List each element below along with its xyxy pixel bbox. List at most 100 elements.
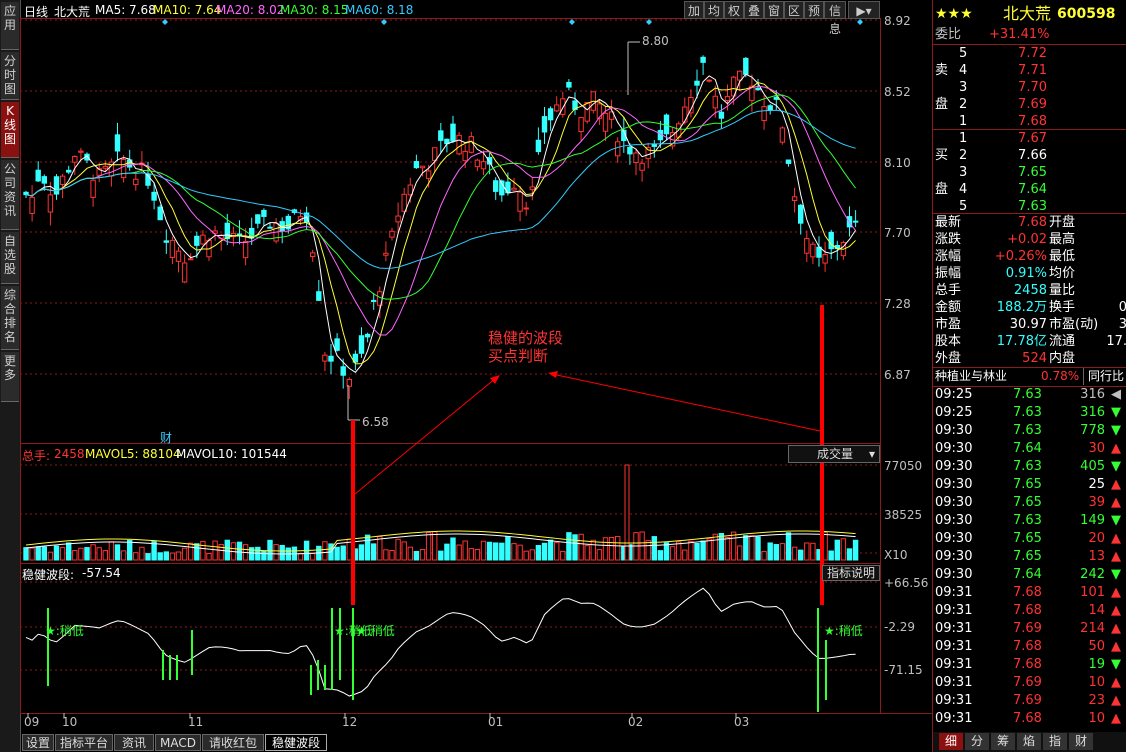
candle-body [468, 136, 475, 153]
stat-value: +0.02 [1007, 232, 1047, 247]
tick-time: 09:30 [935, 441, 973, 456]
industry-pct: 0.78% [1041, 369, 1080, 383]
ask-price: 7.69 [1018, 97, 1047, 112]
tick-time: 09:25 [935, 387, 973, 402]
indicator-select[interactable]: 成交量 ▾ [788, 445, 880, 463]
bottom-tab-macd[interactable]: MACD [155, 734, 201, 751]
down-arrow-icon: ▼ [1111, 567, 1121, 582]
bottom-tab-wave[interactable]: 稳健波段 [265, 734, 327, 751]
tick-price: 7.65 [1013, 531, 1042, 546]
panel-tab-index[interactable]: 指 [1043, 733, 1067, 750]
up-arrow-icon: ▲ [1111, 477, 1121, 492]
toolbar-forecast-button[interactable]: 预 [804, 1, 824, 19]
signal-label: ★:稍低 [356, 624, 395, 638]
volume-title: 总手: [22, 449, 51, 463]
candle-body [755, 87, 761, 91]
bottom-tab-red-packet[interactable]: 请收红包 [202, 734, 264, 751]
tab-company-info[interactable]: 公司资讯 [1, 160, 19, 230]
candle-body [72, 155, 78, 163]
candle-body [114, 134, 121, 152]
candle-body [188, 258, 194, 261]
toolbar-window-button[interactable]: 窗 [764, 1, 784, 19]
volume-bar [401, 541, 407, 561]
candle-body [419, 165, 426, 169]
tick-row: 09:31 7.68 101 ▲ [933, 584, 1126, 601]
up-arrow-icon: ▲ [1111, 585, 1121, 600]
volume-bar [682, 549, 688, 561]
tab-kline[interactable]: K线图 [1, 102, 19, 158]
candle-body [151, 191, 157, 201]
candle-body [541, 116, 548, 133]
bid-price: 7.67 [1018, 131, 1047, 146]
toolbar-info-button[interactable]: 信息 [824, 1, 846, 36]
panel-tab-finance[interactable]: 财 [1069, 733, 1093, 750]
buy-label: 盘 [935, 182, 949, 197]
panel-tab-minute[interactable]: 分 [965, 733, 989, 750]
candle-body [767, 105, 773, 111]
toolbar-menu-button[interactable]: ▶▾ [848, 1, 880, 19]
tick-time: 09:30 [935, 531, 973, 546]
candle-body [517, 191, 523, 212]
event-diamond-icon [569, 19, 575, 25]
bottom-tab-news[interactable]: 资讯 [114, 734, 154, 751]
stat-row: 涨幅 +0.26% 最低 [933, 248, 1126, 265]
panel-tab-flame[interactable]: 焰 [1017, 733, 1041, 750]
toolbar-range-button[interactable]: 区 [784, 1, 804, 19]
ask-price: 7.70 [1018, 80, 1047, 95]
volume-bar [517, 544, 523, 561]
period-label: 日线 [24, 5, 49, 19]
indicator-help-button[interactable]: 指标说明 [822, 565, 880, 581]
tab-apps[interactable]: 应用 [1, 2, 19, 50]
tick-time: 09:30 [935, 477, 973, 492]
bid-book: 1 7.67 2 7.66 买 3 7.65 4 7.64 盘 5 7.63 [933, 129, 1126, 214]
panel-tab-detail[interactable]: 细 [939, 733, 963, 750]
candle-body [120, 159, 127, 179]
stat-label: 市盈 [935, 317, 962, 332]
tick-list[interactable]: 09:25 7.63 316 ◀ 09:25 7.63 316 ▼ 09:30 7.63 778 ▼ 0… [933, 386, 1126, 732]
financial-marker[interactable]: 财 [160, 429, 172, 446]
toolbar-overlay-button[interactable]: 叠 [744, 1, 764, 19]
tick-time: 09:31 [935, 657, 973, 672]
toolbar-add-button[interactable]: 加 [684, 1, 704, 19]
bottom-tab-settings[interactable]: 设置 [22, 734, 54, 751]
peer-compare-button[interactable]: 同行比 [1083, 368, 1124, 385]
volume-bar [169, 552, 176, 561]
tick-price: 7.68 [1013, 657, 1042, 672]
up-arrow-icon: ▲ [1111, 675, 1121, 690]
candle-body [511, 187, 517, 191]
tab-more[interactable]: 更多 [1, 352, 19, 402]
stat-value-2: 17. [1106, 334, 1126, 349]
toolbar-avg-button[interactable]: 均 [704, 1, 724, 19]
candle-body [779, 127, 786, 143]
left-tab-bar: 应用 分时图 K线图 公司资讯 自选股 综合排名 更多 [0, 0, 21, 752]
candle-body [785, 159, 792, 164]
kline-chart[interactable] [20, 0, 932, 734]
price-tick: 7.70 [884, 226, 911, 240]
candle-body [712, 95, 718, 109]
tab-ranking[interactable]: 综合排名 [1, 286, 19, 350]
panel-tab-chips[interactable]: 筹 [991, 733, 1015, 750]
stock-code: 600598 [1057, 6, 1116, 22]
bottom-tab-indicator-platform[interactable]: 指标平台 [55, 734, 113, 751]
tick-price: 7.63 [1013, 459, 1042, 474]
indicator-tick: +66.56 [884, 576, 929, 590]
tick-time: 09:31 [935, 693, 973, 708]
volume-bar [181, 547, 188, 561]
candle-body [163, 240, 170, 243]
volume-bar [706, 538, 712, 561]
price-tick: 8.92 [884, 14, 911, 28]
price-tick: 6.87 [884, 368, 911, 382]
tick-price: 7.65 [1013, 495, 1042, 510]
weibi-row: 委比 +31.41% [933, 26, 1126, 43]
stat-label: 总手 [935, 283, 962, 298]
volume-bar [724, 536, 731, 561]
candle-body [78, 150, 84, 153]
candle-body [554, 104, 560, 112]
candle-body [822, 254, 828, 264]
candle-body [724, 96, 731, 102]
tick-time: 09:30 [935, 567, 973, 582]
volume-bar [669, 546, 676, 561]
toolbar-rights-button[interactable]: 权 [724, 1, 744, 19]
tab-intraday[interactable]: 分时图 [1, 52, 19, 100]
tab-watchlist[interactable]: 自选股 [1, 232, 19, 284]
